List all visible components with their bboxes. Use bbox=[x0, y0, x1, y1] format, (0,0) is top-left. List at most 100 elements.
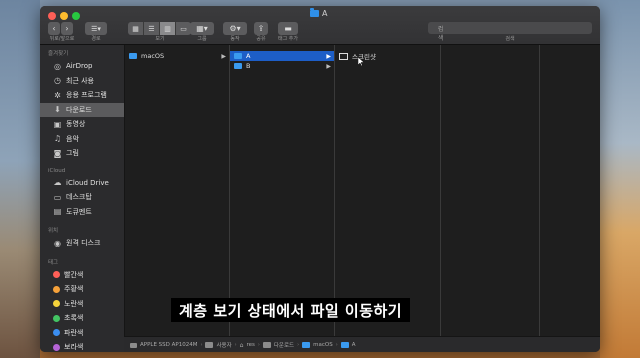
sidebar-item-recents[interactable]: ◷ 최근 사용 bbox=[40, 74, 124, 89]
window-title: A bbox=[310, 8, 327, 18]
sidebar-item-documents[interactable]: ▤ 도큐멘트 bbox=[40, 205, 124, 220]
sidebar-item-tag-orange[interactable]: 주황색 bbox=[40, 282, 124, 297]
cursor-arrow-icon bbox=[357, 56, 365, 67]
path-segment[interactable]: res bbox=[246, 342, 254, 348]
path-label: 경로 bbox=[91, 36, 101, 42]
sidebar-item-desktop[interactable]: ▭ 데스크탑 bbox=[40, 190, 124, 205]
favorites-header: 즐겨찾기 bbox=[48, 51, 69, 57]
list-item[interactable]: A ▶ bbox=[230, 51, 334, 61]
folder-icon bbox=[340, 342, 349, 348]
folder-icon bbox=[310, 8, 319, 17]
tag-dot-icon bbox=[53, 271, 60, 279]
share-button[interactable]: ⇪ bbox=[254, 22, 268, 35]
path-segment[interactable]: macOS bbox=[313, 342, 333, 348]
folder-icon bbox=[234, 63, 242, 69]
path-bar: APPLE SSD AP1024M › 사용자 › ⌂ res › 다운로드 ›… bbox=[124, 336, 600, 352]
music-icon: ♫ bbox=[53, 134, 62, 144]
gallery-view-icon[interactable]: ▭ bbox=[176, 22, 191, 35]
sidebar-item-tag-green[interactable]: 초록색 bbox=[40, 311, 124, 326]
mouse-cursor-icon bbox=[357, 51, 365, 67]
icloud-header: iCloud bbox=[48, 167, 66, 174]
list-view-icon[interactable]: ☰ bbox=[144, 22, 160, 35]
sidebar-item-downloads[interactable]: ⬇ 다운로드 bbox=[40, 102, 124, 117]
sidebar-item-pictures[interactable]: ◙ 그림 bbox=[40, 146, 124, 161]
sidebar-item-applications[interactable]: ✲ 응용 프로그램 bbox=[40, 88, 124, 103]
share-icon: ⇪ bbox=[257, 24, 265, 33]
path-segment[interactable]: A bbox=[352, 342, 356, 348]
list-item[interactable]: macOS ▶ bbox=[125, 51, 229, 61]
chevron-right-icon: › bbox=[234, 342, 237, 348]
sidebar-item-tag-yellow[interactable]: 노란색 bbox=[40, 297, 124, 312]
tag-dot-icon bbox=[53, 285, 60, 293]
tag-icon: ▬ bbox=[284, 24, 292, 33]
icon-view-icon[interactable]: ▦ bbox=[128, 22, 144, 35]
screenshot-file-icon bbox=[339, 52, 348, 60]
path-icon: ☰▾ bbox=[91, 24, 101, 33]
disc-icon: ◉ bbox=[54, 238, 61, 248]
chevron-right-icon: › bbox=[335, 342, 338, 348]
view-segmented-control[interactable]: ▦ ☰ ▥ ▭ bbox=[128, 22, 191, 35]
list-item[interactable]: 스크린샷 bbox=[335, 51, 440, 61]
gear-icon: ⚙▾ bbox=[229, 24, 241, 33]
back-button[interactable]: ‹ bbox=[48, 22, 60, 35]
sidebar-item-tag-purple[interactable]: 보라색 bbox=[40, 340, 124, 352]
locations-header: 위치 bbox=[48, 228, 59, 234]
tag-dot-icon bbox=[53, 343, 60, 351]
column-2: A ▶ B ▶ bbox=[230, 45, 335, 336]
sidebar-item-icloud-drive[interactable]: ☁ iCloud Drive bbox=[40, 176, 124, 191]
forward-button[interactable]: › bbox=[61, 22, 73, 35]
folder-icon bbox=[129, 53, 137, 59]
minimize-button[interactable] bbox=[60, 12, 68, 20]
desktop-wallpaper-right bbox=[600, 0, 640, 358]
chevron-right-icon: › bbox=[200, 342, 203, 348]
sidebar-item-music[interactable]: ♫ 음악 bbox=[40, 132, 124, 147]
sidebar-item-airdrop[interactable]: ◎ AirDrop bbox=[40, 59, 124, 74]
group-button[interactable]: ▦▾ bbox=[190, 22, 214, 35]
home-icon: ⌂ bbox=[239, 341, 244, 349]
column-view-icon[interactable]: ▥ bbox=[160, 22, 176, 35]
tags-header: 태그 bbox=[48, 259, 59, 266]
chevron-right-icon: › bbox=[297, 342, 300, 348]
action-label: 동작 bbox=[230, 36, 240, 42]
video-subtitle: 계층 보기 상태에서 파일 이동하기 bbox=[171, 298, 411, 322]
close-button[interactable] bbox=[48, 12, 56, 20]
titlebar: A ‹ › 뒤로/앞으로 ☰▾ 경로 ▦ ☰ ▥ ▭ 보기 ▦▾ 그룹 ⚙▾ 동… bbox=[40, 6, 600, 45]
path-segment[interactable]: 다운로드 bbox=[274, 341, 294, 349]
camera-icon: ◙ bbox=[53, 148, 62, 158]
disk-icon bbox=[130, 342, 137, 348]
list-item[interactable]: B ▶ bbox=[230, 61, 334, 71]
document-icon: ▤ bbox=[53, 207, 62, 217]
tag-dot-icon bbox=[53, 300, 60, 308]
path-segment[interactable]: 사용자 bbox=[216, 341, 231, 349]
airdrop-icon: ◎ bbox=[54, 61, 61, 71]
zoom-button[interactable] bbox=[72, 12, 80, 20]
tag-button[interactable]: ▬ bbox=[278, 22, 298, 35]
group-label: 그룹 bbox=[197, 36, 207, 42]
search-label: 검색 bbox=[505, 36, 515, 42]
chevron-right-icon: › bbox=[257, 342, 260, 348]
search-input[interactable]: ⌕ 검색 bbox=[428, 22, 592, 42]
sidebar: 즐겨찾기 ◎ AirDrop ◷ 최근 사용 ✲ 응용 프로그램 ⬇ 다운로드 … bbox=[40, 45, 125, 352]
sidebar-item-movies[interactable]: ▣ 동영상 bbox=[40, 117, 124, 132]
folder-icon bbox=[302, 342, 311, 348]
action-button[interactable]: ⚙▾ bbox=[223, 22, 247, 35]
back-forward-label: 뒤로/앞으로 bbox=[49, 36, 75, 42]
chevron-right-icon: ▶ bbox=[326, 62, 331, 70]
clock-icon: ◷ bbox=[54, 76, 61, 86]
tag-dot-icon bbox=[53, 314, 60, 322]
column-1: macOS ▶ bbox=[125, 45, 230, 336]
desktop-wallpaper-left bbox=[0, 0, 40, 358]
column-5 bbox=[540, 45, 600, 336]
path-button[interactable]: ☰▾ bbox=[85, 22, 107, 35]
chevron-right-icon: ▶ bbox=[221, 52, 226, 60]
path-segment[interactable]: APPLE SSD AP1024M bbox=[140, 342, 197, 348]
folder-icon bbox=[262, 342, 271, 348]
desktop-icon: ▭ bbox=[53, 192, 62, 202]
sidebar-item-tag-blue[interactable]: 파란색 bbox=[40, 326, 124, 341]
sidebar-item-tag-red[interactable]: 빨간색 bbox=[40, 268, 124, 283]
folder-icon bbox=[234, 53, 242, 59]
cloud-icon: ☁ bbox=[53, 178, 62, 188]
sidebar-item-remote-disc[interactable]: ◉ 원격 디스크 bbox=[40, 236, 124, 251]
column-3: 스크린샷 bbox=[335, 45, 441, 336]
folder-icon bbox=[205, 342, 214, 348]
